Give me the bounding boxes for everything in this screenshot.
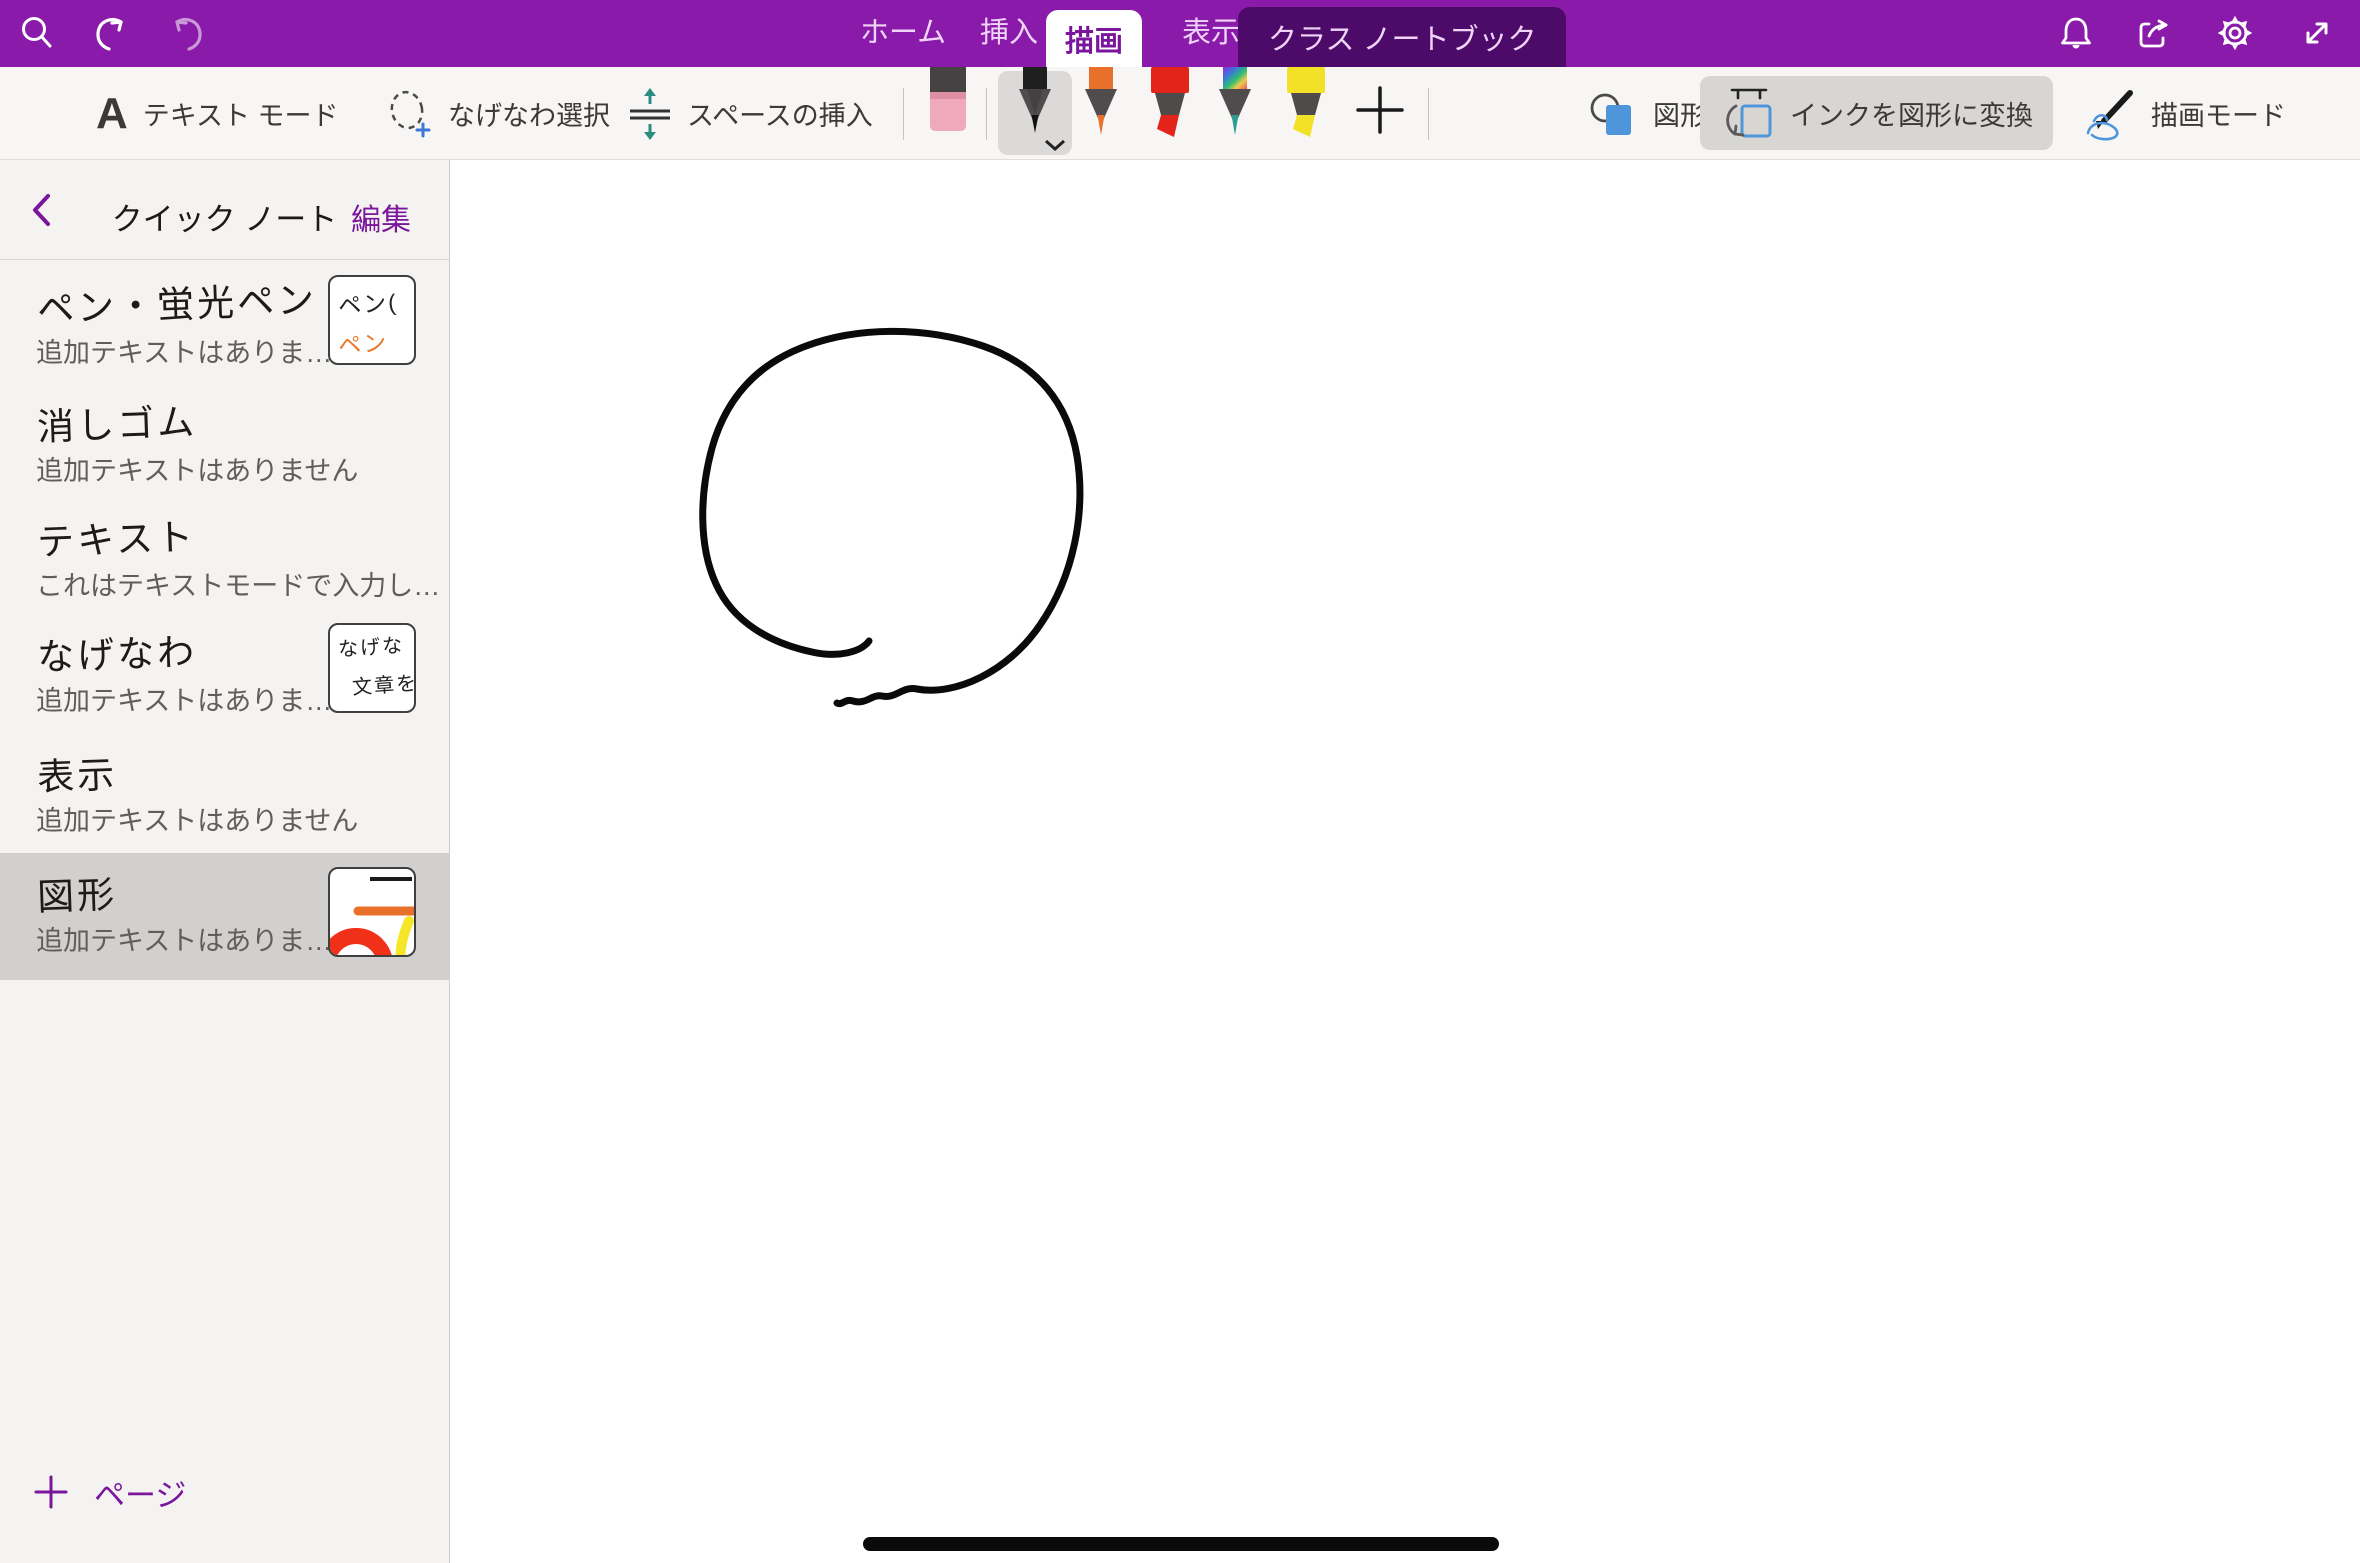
text-mode-icon: A (96, 92, 128, 136)
toolbar-divider (1428, 88, 1429, 140)
page-subtitle: 追加テキストはありま… (36, 919, 332, 958)
insert-space-label: スペースの挿入 (687, 94, 873, 133)
thumb-ink-shapes (330, 869, 414, 955)
draw-mode-button[interactable]: 描画モード (2082, 67, 2286, 160)
undo-icon[interactable] (92, 14, 130, 52)
add-page-button[interactable]: ページ (0, 1452, 450, 1532)
draw-mode-icon (2082, 87, 2136, 141)
thumb-ink-text: ペン (337, 323, 389, 360)
page-list-item[interactable]: 表示 追加テキストはありません (0, 733, 450, 851)
page-subtitle: 追加テキストはありません (36, 799, 358, 838)
redo-icon[interactable] (168, 14, 206, 52)
toolbar-divider (986, 88, 987, 140)
sidebar-header: クイック ノート 編集 (0, 160, 449, 260)
top-app-bar: ホーム 挿入 描画 表示 クラス ノートブック (0, 0, 2360, 67)
page-title-handwritten: 消しゴム (36, 391, 198, 451)
pen-options-chevron-down-icon (1044, 139, 1066, 151)
thumb-ink-text: なげな (337, 629, 405, 663)
page-title-handwritten: なげなわ (36, 621, 198, 681)
page-title-handwritten: ペン・蛍光ペン (36, 269, 318, 333)
page-list-item[interactable]: テキスト これはテキストモードで入力し… (0, 498, 450, 616)
home-indicator[interactable] (863, 1537, 1499, 1551)
page-list-item[interactable]: なげなわ 追加テキストはありま… なげな 文章を (0, 613, 450, 731)
tab-draw[interactable]: 描画 (1046, 10, 1142, 67)
lasso-icon (385, 88, 433, 140)
text-mode-label: テキスト モード (143, 94, 339, 133)
drawing-canvas[interactable] (451, 160, 2360, 1563)
page-list-item-selected[interactable]: 図形 追加テキストはありま… (0, 853, 450, 980)
search-icon[interactable] (18, 14, 56, 52)
ink-to-shape-icon (1720, 84, 1776, 142)
page-title-handwritten: 図形 (36, 864, 118, 921)
settings-gear-icon[interactable] (2216, 14, 2254, 52)
shapes-button[interactable]: 図形 (1588, 67, 1707, 160)
page-subtitle: 追加テキストはありま… (36, 331, 332, 370)
lasso-select-button[interactable]: なげなわ選択 (385, 67, 610, 160)
page-list-sidebar: クイック ノート 編集 ペン・蛍光ペン 追加テキストはありま… ペン( ペン 消… (0, 160, 450, 1563)
page-title-handwritten: テキスト (36, 506, 197, 566)
page-thumbnail: ペン( ペン (328, 275, 416, 365)
tab-class-notebook[interactable]: クラス ノートブック (1238, 7, 1566, 67)
page-thumbnail (328, 867, 416, 957)
black-pen-icon (1012, 67, 1058, 143)
onenote-app: ホーム 挿入 描画 表示 クラス ノートブック A テキスト (0, 0, 2360, 1563)
toolbar-divider (903, 88, 904, 140)
notifications-bell-icon[interactable] (2057, 14, 2095, 52)
add-page-label: ページ (94, 1470, 186, 1515)
share-icon[interactable] (2135, 14, 2173, 52)
page-subtitle: 追加テキストはありま… (36, 679, 332, 718)
thumb-ink-text: ペン( (337, 283, 399, 321)
page-list-item[interactable]: ペン・蛍光ペン 追加テキストはありま… ペン( ペン (0, 265, 450, 383)
tab-home[interactable]: ホーム (838, 0, 968, 67)
tab-insert[interactable]: 挿入 (958, 0, 1060, 67)
page-subtitle: これはテキストモードで入力し… (36, 564, 440, 603)
ink-to-shape-label: インクを図形に変換 (1790, 94, 2033, 133)
thumb-ink-text: 文章を (351, 667, 416, 701)
draw-mode-label: 描画モード (2151, 94, 2286, 133)
add-pen-button[interactable] (1352, 82, 1408, 138)
galaxy-pen[interactable] (1212, 67, 1258, 147)
fullscreen-expand-icon[interactable] (2298, 14, 2336, 52)
text-mode-button[interactable]: A テキスト モード (96, 67, 338, 160)
page-list-item[interactable]: 消しゴム 追加テキストはありません (0, 383, 450, 501)
page-title-handwritten: 表示 (36, 744, 118, 801)
insert-space-button[interactable]: スペースの挿入 (628, 67, 873, 160)
lasso-label: なげなわ選択 (448, 94, 610, 133)
black-pen-selected-background[interactable] (998, 71, 1072, 155)
shapes-icon (1588, 88, 1638, 140)
plus-icon (34, 1475, 68, 1509)
edit-button[interactable]: 編集 (351, 195, 411, 239)
yellow-highlighter[interactable] (1278, 67, 1332, 145)
shapes-label: 図形 (1653, 94, 1707, 133)
page-subtitle: 追加テキストはありません (36, 449, 358, 488)
ink-to-shape-toggle[interactable]: インクを図形に変換 (1700, 76, 2053, 150)
insert-space-icon (628, 86, 672, 142)
page-thumbnail: なげな 文章を (328, 623, 416, 713)
eraser-tool[interactable] (926, 67, 970, 133)
red-highlighter[interactable] (1142, 67, 1196, 145)
orange-pen[interactable] (1078, 67, 1124, 147)
